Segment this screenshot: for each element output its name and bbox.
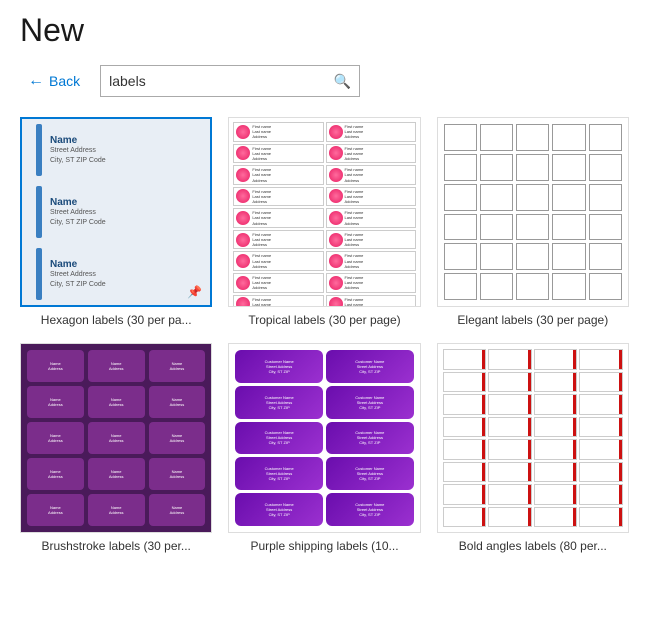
back-button[interactable]: ← Back bbox=[20, 68, 88, 94]
new-page: New ← Back 🔍 Name Street AddressCity, ST… bbox=[0, 0, 649, 565]
template-hexagon-label: Hexagon labels (30 per pa... bbox=[20, 313, 212, 327]
template-hexagon[interactable]: Name Street AddressCity, ST ZIP Code Nam… bbox=[20, 117, 212, 327]
template-purple-shipping-label: Purple shipping labels (10... bbox=[228, 539, 420, 553]
template-bold-angles-thumb bbox=[437, 343, 629, 533]
template-brushstroke-label: Brushstroke labels (30 per... bbox=[20, 539, 212, 553]
page-title: New bbox=[20, 12, 629, 49]
template-tropical-label: Tropical labels (30 per page) bbox=[228, 313, 420, 327]
template-brushstroke[interactable]: NameAddress NameAddress NameAddress Name… bbox=[20, 343, 212, 553]
search-bar: ← Back 🔍 bbox=[20, 65, 629, 97]
template-tropical[interactable]: First nameLast nameAddressFirst nameLast… bbox=[228, 117, 420, 327]
search-icon[interactable]: 🔍 bbox=[334, 73, 351, 90]
templates-grid: Name Street AddressCity, ST ZIP Code Nam… bbox=[20, 117, 629, 553]
template-elegant[interactable]: Elegant labels (30 per page) bbox=[437, 117, 629, 327]
template-bold-angles-label: Bold angles labels (80 per... bbox=[437, 539, 629, 553]
back-label: Back bbox=[49, 73, 80, 89]
pin-icon: 📌 bbox=[187, 285, 202, 299]
search-input-wrapper: 🔍 bbox=[100, 65, 360, 97]
template-purple-shipping[interactable]: Customer NameStreet AddressCity, ST ZIP … bbox=[228, 343, 420, 553]
template-tropical-thumb: First nameLast nameAddressFirst nameLast… bbox=[228, 117, 420, 307]
template-elegant-label: Elegant labels (30 per page) bbox=[437, 313, 629, 327]
template-bold-angles[interactable]: Bold angles labels (80 per... bbox=[437, 343, 629, 553]
template-elegant-thumb bbox=[437, 117, 629, 307]
back-arrow-icon: ← bbox=[28, 72, 44, 90]
template-purple-shipping-thumb: Customer NameStreet AddressCity, ST ZIP … bbox=[228, 343, 420, 533]
search-input[interactable] bbox=[109, 73, 334, 89]
template-hexagon-thumb: Name Street AddressCity, ST ZIP Code Nam… bbox=[20, 117, 212, 307]
template-brushstroke-thumb: NameAddress NameAddress NameAddress Name… bbox=[20, 343, 212, 533]
